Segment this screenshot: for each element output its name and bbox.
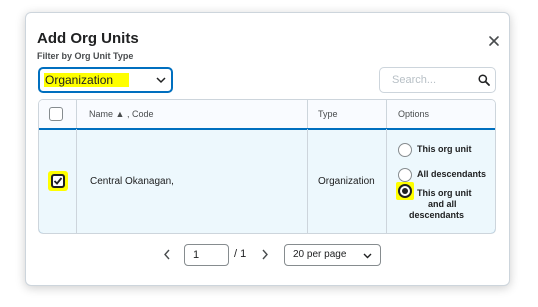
code-header-label: , Code (126, 109, 154, 119)
option-this-and-descendants-line1: This org unit (417, 188, 472, 198)
add-org-units-dialog: Add Org Units Filter by Org Unit Type Or… (25, 12, 510, 286)
search-icon[interactable] (478, 74, 490, 86)
sort-ascending-icon: ▲ (115, 109, 125, 119)
column-divider (386, 100, 387, 233)
org-unit-type-select[interactable]: Organization (38, 67, 173, 93)
org-units-table: Name ▲ , Code Type Options Central Okana… (38, 99, 496, 234)
column-divider (307, 100, 308, 233)
org-unit-type-value: Organization (44, 73, 130, 87)
org-unit-type: Organization (318, 176, 375, 187)
chevron-down-icon (363, 253, 372, 259)
chevron-left-icon[interactable] (163, 249, 171, 260)
chevron-right-icon[interactable] (261, 249, 269, 260)
chevron-down-icon (156, 77, 166, 84)
checkmark-icon (53, 177, 63, 185)
name-column-header[interactable]: Name ▲ , Code (89, 100, 154, 129)
page-total: / 1 (234, 248, 247, 260)
option-all-descendants-label: All descendants (417, 169, 487, 179)
dialog-title: Add Org Units (37, 30, 139, 47)
option-all-descendants-radio[interactable] (398, 168, 412, 182)
per-page-value: 20 per page (293, 249, 347, 260)
page-number-input[interactable] (184, 244, 229, 266)
option-this-and-descendants-radio[interactable] (398, 184, 412, 198)
close-icon[interactable] (487, 34, 501, 48)
option-this-org-unit-radio[interactable] (398, 143, 412, 157)
table-header: Name ▲ , Code Type Options (39, 100, 495, 130)
options-column-header: Options (398, 109, 430, 119)
column-divider (76, 100, 77, 233)
type-column-header: Type (318, 109, 338, 119)
org-unit-name: Central Okanagan, (90, 176, 174, 187)
name-header-label: Name (89, 109, 114, 119)
row-checkbox[interactable] (51, 174, 65, 188)
per-page-select[interactable]: 20 per page (284, 244, 381, 266)
option-this-and-descendants-line3: descendants (409, 210, 465, 220)
select-all-checkbox[interactable] (49, 107, 63, 121)
option-this-org-unit-label: This org unit (417, 144, 472, 154)
filter-label: Filter by Org Unit Type (37, 51, 134, 61)
option-this-and-descendants-line2: and all (428, 199, 457, 209)
